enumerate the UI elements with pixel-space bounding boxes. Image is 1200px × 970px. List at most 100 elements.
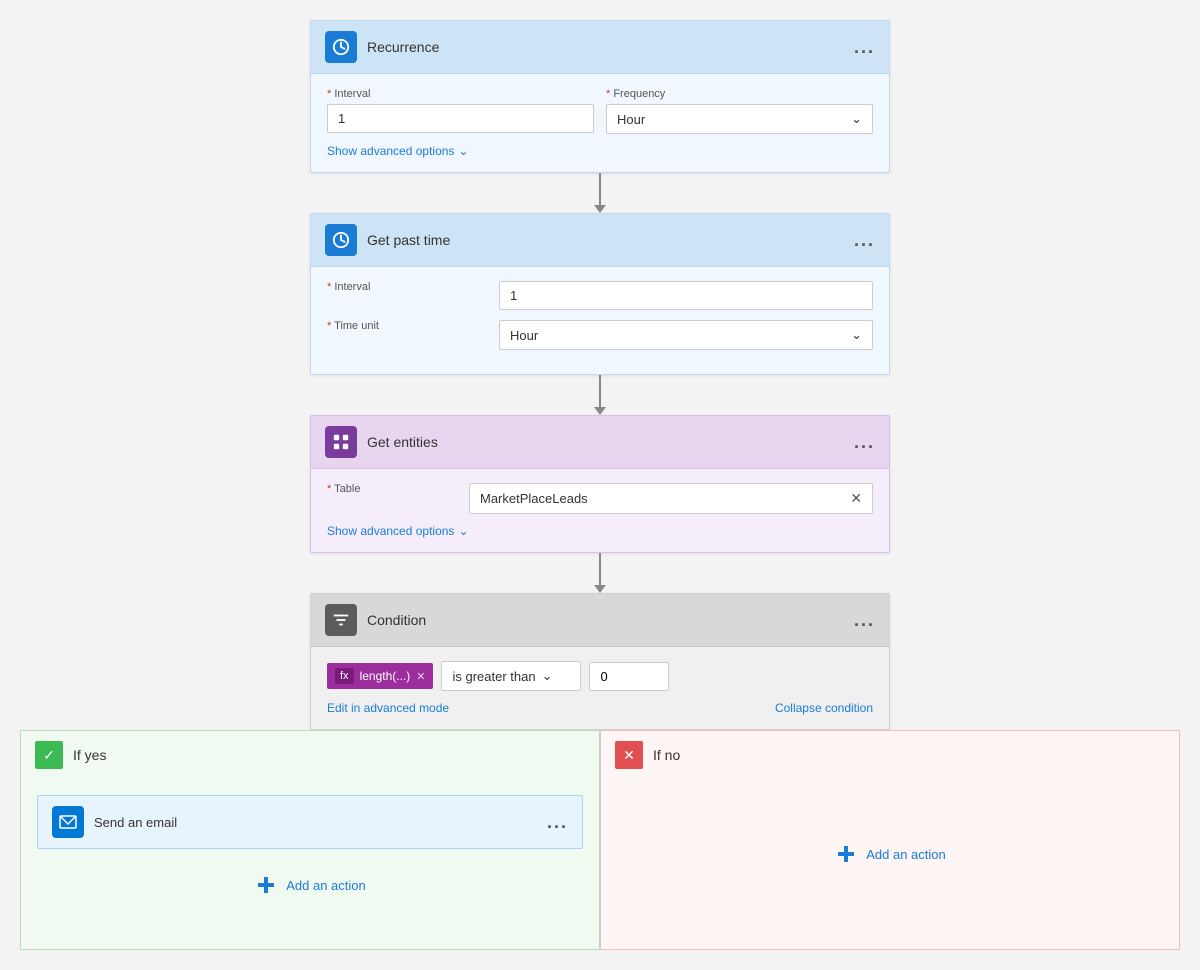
getentities-header: Get entities ... — [311, 416, 889, 469]
getpasttime-body: * Interval * Time unit Hour ⌄ — [311, 267, 889, 374]
branch-yes-body: Send an email ... Add an action — [21, 779, 599, 921]
getentities-table-input-group: MarketPlaceLeads ✕ — [469, 483, 873, 514]
recurrence-menu[interactable]: ... — [854, 37, 875, 58]
getpasttime-title: Get past time — [367, 232, 854, 248]
branch-yes-icon: ✓ — [35, 741, 63, 769]
getentities-table-label: * Table — [327, 483, 457, 495]
connector-line-1 — [599, 173, 601, 205]
branch-yes-add-action[interactable]: Add an action — [246, 865, 374, 905]
condition-row: fx length(...) ✕ is greater than ⌄ — [327, 661, 873, 691]
recurrence-body: * Interval * Frequency Hour ⌄ Show advan… — [311, 74, 889, 172]
clock-svg — [332, 38, 350, 56]
required-star: * — [327, 88, 331, 100]
email-card-title: Send an email — [94, 815, 547, 830]
condition-menu[interactable]: ... — [854, 610, 875, 631]
getentities-title: Get entities — [367, 434, 854, 450]
recurrence-interval-group: * Interval — [327, 88, 594, 134]
email-icon — [52, 806, 84, 838]
recurrence-frequency-select[interactable]: Hour ⌄ — [606, 104, 873, 134]
branches-container: ✓ If yes Send an email ... — [20, 730, 1180, 950]
recurrence-fields-row: * Interval * Frequency Hour ⌄ — [327, 88, 873, 134]
connector-2 — [594, 375, 606, 415]
branch-no-header: ✕ If no — [601, 731, 1179, 779]
connector-1 — [594, 173, 606, 213]
getentities-table-field[interactable]: MarketPlaceLeads ✕ — [469, 483, 873, 514]
add-action-icon — [254, 873, 278, 897]
email-card[interactable]: Send an email ... — [37, 795, 583, 849]
recurrence-interval-label: * Interval — [327, 88, 594, 100]
clock-svg-2 — [332, 231, 350, 249]
getpasttime-timeunit-select[interactable]: Hour ⌄ — [499, 320, 873, 350]
connector-3 — [594, 553, 606, 593]
table-clear-button[interactable]: ✕ — [850, 490, 862, 507]
branch-no-body: Add an action — [601, 779, 1179, 929]
recurrence-title: Recurrence — [367, 39, 854, 55]
req-star-5: * — [327, 483, 331, 495]
req-star-4: * — [327, 320, 331, 332]
getpasttime-timeunit-label-group: * Time unit — [327, 320, 487, 350]
getpasttime-menu[interactable]: ... — [854, 230, 875, 251]
getpasttime-timeunit-label: * Time unit — [327, 320, 487, 332]
getpasttime-interval-input[interactable] — [499, 281, 873, 310]
chevron-down-icon-2: ⌄ — [851, 327, 862, 343]
chevron-down-icon-4: ⌄ — [542, 668, 553, 684]
recurrence-card: Recurrence ... * Interval * Frequency Ho… — [310, 20, 890, 173]
connector-line-2 — [599, 375, 601, 407]
add-action-svg — [256, 875, 276, 895]
condition-chip[interactable]: fx length(...) ✕ — [327, 663, 433, 689]
connector-arrow-1 — [594, 205, 606, 213]
branch-yes: ✓ If yes Send an email ... — [20, 730, 600, 950]
connector-arrow-2 — [594, 407, 606, 415]
condition-links: Edit in advanced mode Collapse condition — [327, 701, 873, 715]
getentities-menu[interactable]: ... — [854, 432, 875, 453]
branch-yes-title: If yes — [73, 747, 106, 763]
getentities-table-row: * Table MarketPlaceLeads ✕ — [327, 483, 873, 514]
condition-value-input[interactable] — [589, 662, 669, 691]
condition-operator-select[interactable]: is greater than ⌄ — [441, 661, 581, 691]
grid-svg — [332, 433, 350, 451]
condition-body: fx length(...) ✕ is greater than ⌄ Edit … — [311, 647, 889, 729]
getentities-table-value: MarketPlaceLeads — [480, 491, 850, 506]
getentities-icon — [325, 426, 357, 458]
connector-arrow-3 — [594, 585, 606, 593]
getpasttime-interval-input-group — [499, 281, 873, 310]
recurrence-frequency-value: Hour — [617, 112, 645, 127]
getpasttime-interval-label: * Interval — [327, 281, 487, 293]
outlook-svg — [58, 812, 78, 832]
getpasttime-card: Get past time ... * Interval * Time unit — [310, 213, 890, 375]
chip-close-button[interactable]: ✕ — [416, 670, 425, 683]
add-action-svg-no — [836, 844, 856, 864]
filter-svg — [332, 611, 350, 629]
getentities-card: Get entities ... * Table MarketPlaceLead… — [310, 415, 890, 553]
req-star-3: * — [327, 281, 331, 293]
condition-card: Condition ... fx length(...) ✕ is greate… — [310, 593, 890, 730]
getentities-table-label-group: * Table — [327, 483, 457, 514]
collapse-condition-link[interactable]: Collapse condition — [775, 701, 873, 715]
recurrence-frequency-label: * Frequency — [606, 88, 873, 100]
getpasttime-timeunit-row: * Time unit Hour ⌄ — [327, 320, 873, 350]
getpasttime-icon — [325, 224, 357, 256]
connector-line-3 — [599, 553, 601, 585]
getentities-body: * Table MarketPlaceLeads ✕ Show advanced… — [311, 469, 889, 552]
getentities-show-advanced[interactable]: Show advanced options ⌄ — [327, 524, 873, 538]
recurrence-interval-input[interactable] — [327, 104, 594, 133]
branch-no-add-action[interactable]: Add an action — [826, 834, 954, 874]
recurrence-icon — [325, 31, 357, 63]
add-action-icon-no — [834, 842, 858, 866]
chevron-down-icon: ⌄ — [851, 111, 862, 127]
branch-no-icon: ✕ — [615, 741, 643, 769]
email-card-menu[interactable]: ... — [547, 812, 568, 833]
condition-operator-value: is greater than — [452, 669, 535, 684]
edit-advanced-link[interactable]: Edit in advanced mode — [327, 701, 449, 715]
getpasttime-timeunit-value: Hour — [510, 328, 538, 343]
fx-icon: fx — [335, 668, 354, 684]
recurrence-show-advanced[interactable]: Show advanced options ⌄ — [327, 144, 873, 158]
branch-no-title: If no — [653, 747, 680, 763]
getpasttime-header: Get past time ... — [311, 214, 889, 267]
condition-title: Condition — [367, 612, 854, 628]
branch-yes-add-action-label: Add an action — [286, 878, 366, 893]
condition-icon — [325, 604, 357, 636]
recurrence-frequency-group: * Frequency Hour ⌄ — [606, 88, 873, 134]
branch-no: ✕ If no Add an action — [600, 730, 1180, 950]
getpasttime-interval-group: * Interval — [327, 281, 487, 310]
